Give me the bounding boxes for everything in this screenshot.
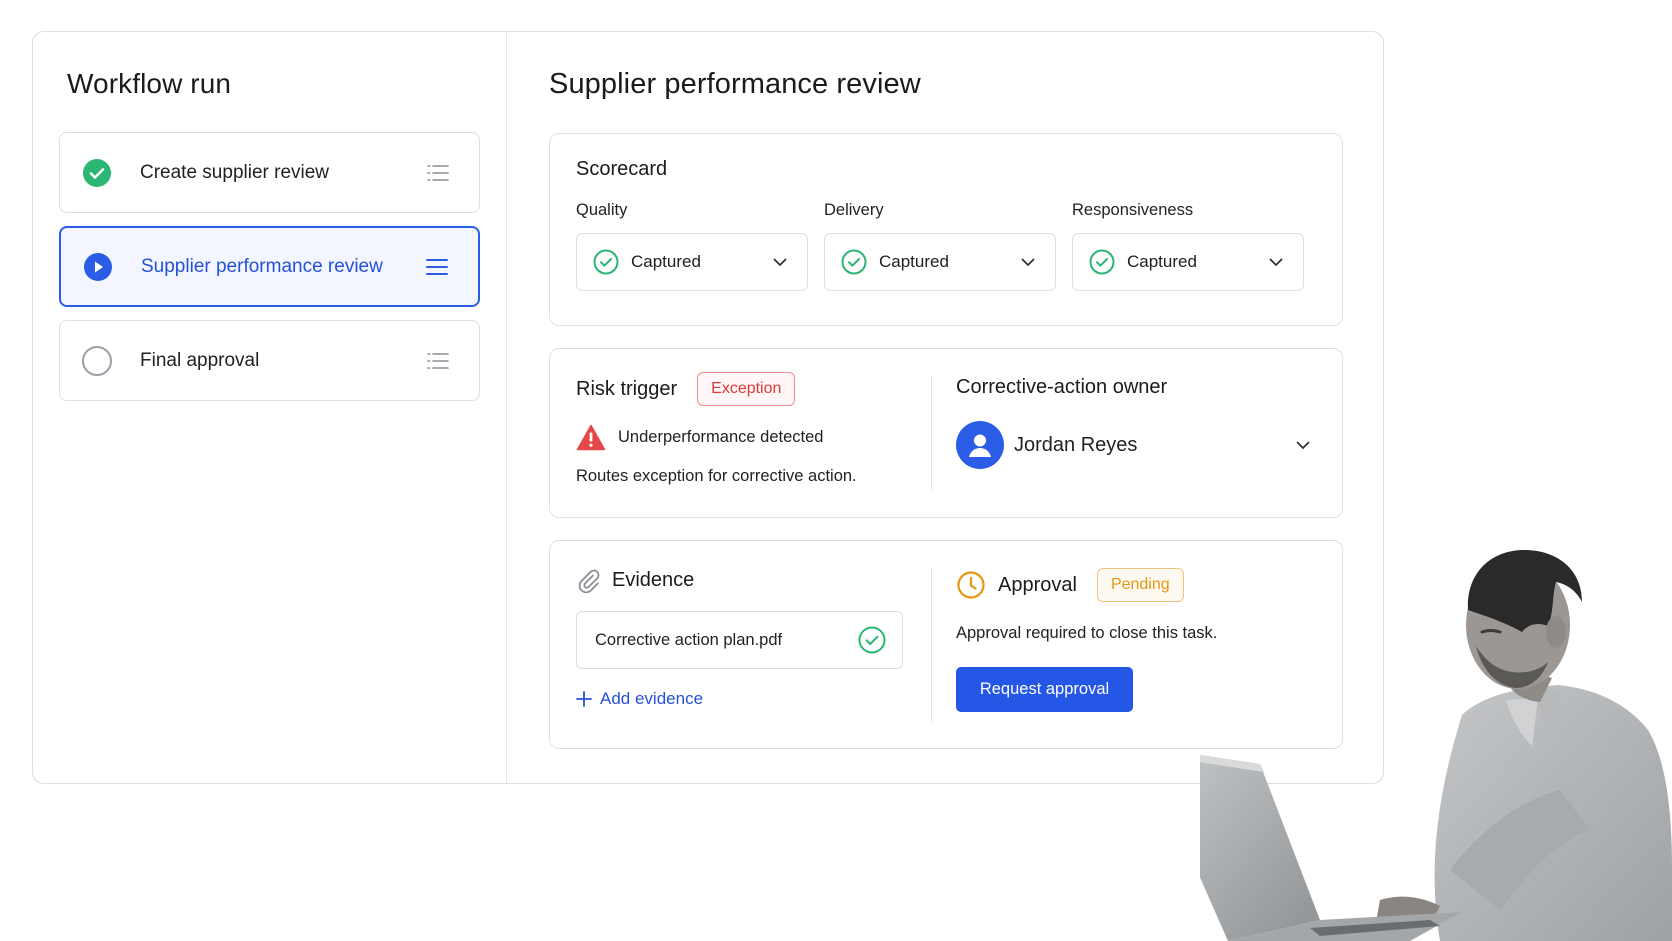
file-name: Corrective action plan.pdf [595, 630, 783, 649]
add-evidence-link[interactable]: Add evidence [576, 689, 906, 709]
risk-card: Risk trigger Exception Underperformance … [549, 348, 1343, 518]
page-title: Supplier performance review [549, 68, 921, 100]
workflow-sidebar: Workflow run Create supplier review Supp… [33, 32, 507, 783]
owner-name: Jordan Reyes [1014, 433, 1138, 456]
user-icon [969, 434, 991, 457]
play-circle-icon [84, 252, 112, 281]
evidence-title: Evidence [612, 568, 695, 591]
score-label: Responsiveness [1072, 201, 1194, 219]
warning-icon [576, 424, 606, 451]
score-responsiveness: Responsiveness Captured [1072, 201, 1320, 291]
evidence-file[interactable]: Corrective action plan.pdf [576, 611, 903, 669]
request-approval-button[interactable]: Request approval [956, 667, 1133, 712]
evidence-section: Evidence Corrective action plan.pdf Add … [550, 567, 932, 722]
scorecard-title: Scorecard [576, 158, 668, 180]
risk-description: Routes exception for corrective action. [576, 467, 857, 485]
menu-icon[interactable] [426, 258, 448, 276]
list-icon[interactable] [427, 164, 449, 182]
select-value: Captured [1127, 252, 1197, 271]
check-circle-outline-icon [841, 249, 867, 275]
score-delivery: Delivery Captured [824, 201, 1072, 291]
step-label: Supplier performance review [141, 255, 383, 277]
check-circle-outline-icon [593, 249, 619, 275]
step-create-supplier-review[interactable]: Create supplier review [59, 132, 480, 213]
step-supplier-performance-review[interactable]: Supplier performance review [59, 226, 480, 307]
owner-title: Corrective-action owner [956, 376, 1168, 398]
delivery-select[interactable]: Captured [824, 233, 1056, 291]
check-circle-icon [83, 158, 111, 187]
list-icon[interactable] [427, 352, 449, 370]
chevron-down-icon [773, 258, 787, 266]
score-quality: Quality Captured [576, 201, 824, 291]
step-final-approval[interactable]: Final approval [59, 320, 480, 401]
avatar [956, 421, 1004, 469]
scorecard-card: Scorecard Quality Captured Delivery Capt… [549, 133, 1343, 326]
check-circle-outline-icon [1089, 249, 1115, 275]
add-evidence-label: Add evidence [600, 689, 704, 708]
sidebar-title: Workflow run [67, 68, 232, 99]
chevron-down-icon [1269, 258, 1283, 266]
risk-trigger-title: Risk trigger [576, 377, 678, 400]
responsiveness-select[interactable]: Captured [1072, 233, 1304, 291]
select-value: Captured [631, 252, 701, 271]
empty-circle-icon [82, 345, 112, 376]
paperclip-icon [578, 569, 600, 593]
select-value: Captured [879, 252, 949, 271]
chevron-down-icon [1296, 441, 1310, 449]
owner-section: Corrective-action owner Jordan Reyes [932, 349, 1342, 517]
exception-badge: Exception [697, 372, 796, 406]
check-circle-outline-icon [858, 626, 886, 654]
clock-icon [957, 571, 985, 599]
person-with-laptop-illustration [1200, 550, 1672, 941]
step-label: Create supplier review [140, 161, 330, 183]
approval-title: Approval [998, 573, 1077, 596]
step-label: Final approval [140, 349, 260, 371]
score-label: Delivery [824, 201, 884, 219]
plus-icon [576, 691, 592, 707]
alert-text: Underperformance detected [618, 428, 824, 446]
risk-trigger-section: Risk trigger Exception Underperformance … [550, 372, 932, 491]
score-label: Quality [576, 201, 628, 219]
chevron-down-icon [1021, 258, 1035, 266]
workflow-app: Workflow run Create supplier review Supp… [32, 31, 1384, 784]
owner-select[interactable]: Jordan Reyes [956, 421, 1310, 469]
pending-badge: Pending [1096, 568, 1184, 602]
quality-select[interactable]: Captured [576, 233, 808, 291]
